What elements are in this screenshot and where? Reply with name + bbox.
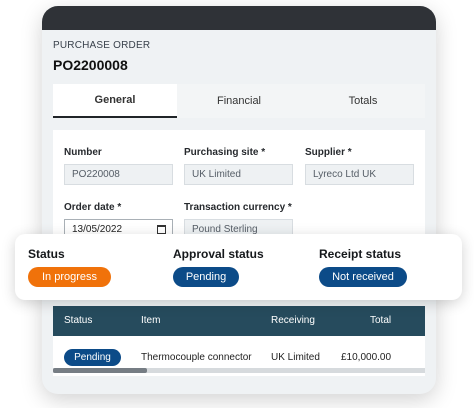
number-label: Number <box>64 147 102 158</box>
page-title: PO2200008 <box>53 57 128 73</box>
row-item: Thermocouple connector <box>141 352 252 363</box>
row-status-badge: Pending <box>64 349 121 366</box>
receipt-status-label: Receipt status <box>319 247 402 261</box>
purchasing-site-label: Purchasing site * <box>184 147 266 158</box>
purchasing-site-field: UK Limited <box>184 164 293 185</box>
approval-status-badge: Pending <box>173 267 239 287</box>
column-header-total: Total <box>370 315 392 326</box>
number-field: PO220008 <box>64 164 173 185</box>
status-badge: In progress <box>28 267 111 287</box>
status-summary-card: Status In progress Approval status Pendi… <box>15 234 462 300</box>
row-total: £10,000.00 <box>341 352 392 363</box>
order-date-label: Order date * <box>64 202 122 213</box>
tab-financial[interactable]: Financial <box>177 84 301 118</box>
device-top-bar <box>42 6 436 30</box>
column-header-receiving: Receiving <box>271 315 315 326</box>
transaction-currency-label: Transaction currency * <box>184 202 292 213</box>
receipt-status-badge: Not received <box>319 267 407 287</box>
horizontal-scrollbar[interactable] <box>53 368 425 373</box>
device-frame: PURCHASE ORDER PO2200008 General Financi… <box>42 6 436 394</box>
tab-totals[interactable]: Totals <box>301 84 425 118</box>
row-receiving: UK Limited <box>271 352 320 363</box>
page-caption: PURCHASE ORDER <box>53 40 151 51</box>
supplier-field: Lyreco Ltd UK <box>305 164 414 185</box>
scrollbar-thumb[interactable] <box>53 368 147 373</box>
tab-bar: General Financial Totals <box>53 84 425 118</box>
general-form: Number PO220008 Purchasing site * UK Lim… <box>53 130 425 250</box>
tab-general[interactable]: General <box>53 84 177 118</box>
table-header: Status Item Receiving Total <box>53 306 425 336</box>
supplier-label: Supplier * <box>305 147 352 158</box>
column-header-status: Status <box>64 315 93 326</box>
status-label: Status <box>28 247 65 261</box>
approval-status-label: Approval status <box>173 247 264 261</box>
order-lines-table: Status Item Receiving Total Pending Ther… <box>53 306 425 376</box>
column-header-item: Item <box>141 315 161 326</box>
calendar-icon[interactable] <box>157 225 166 234</box>
